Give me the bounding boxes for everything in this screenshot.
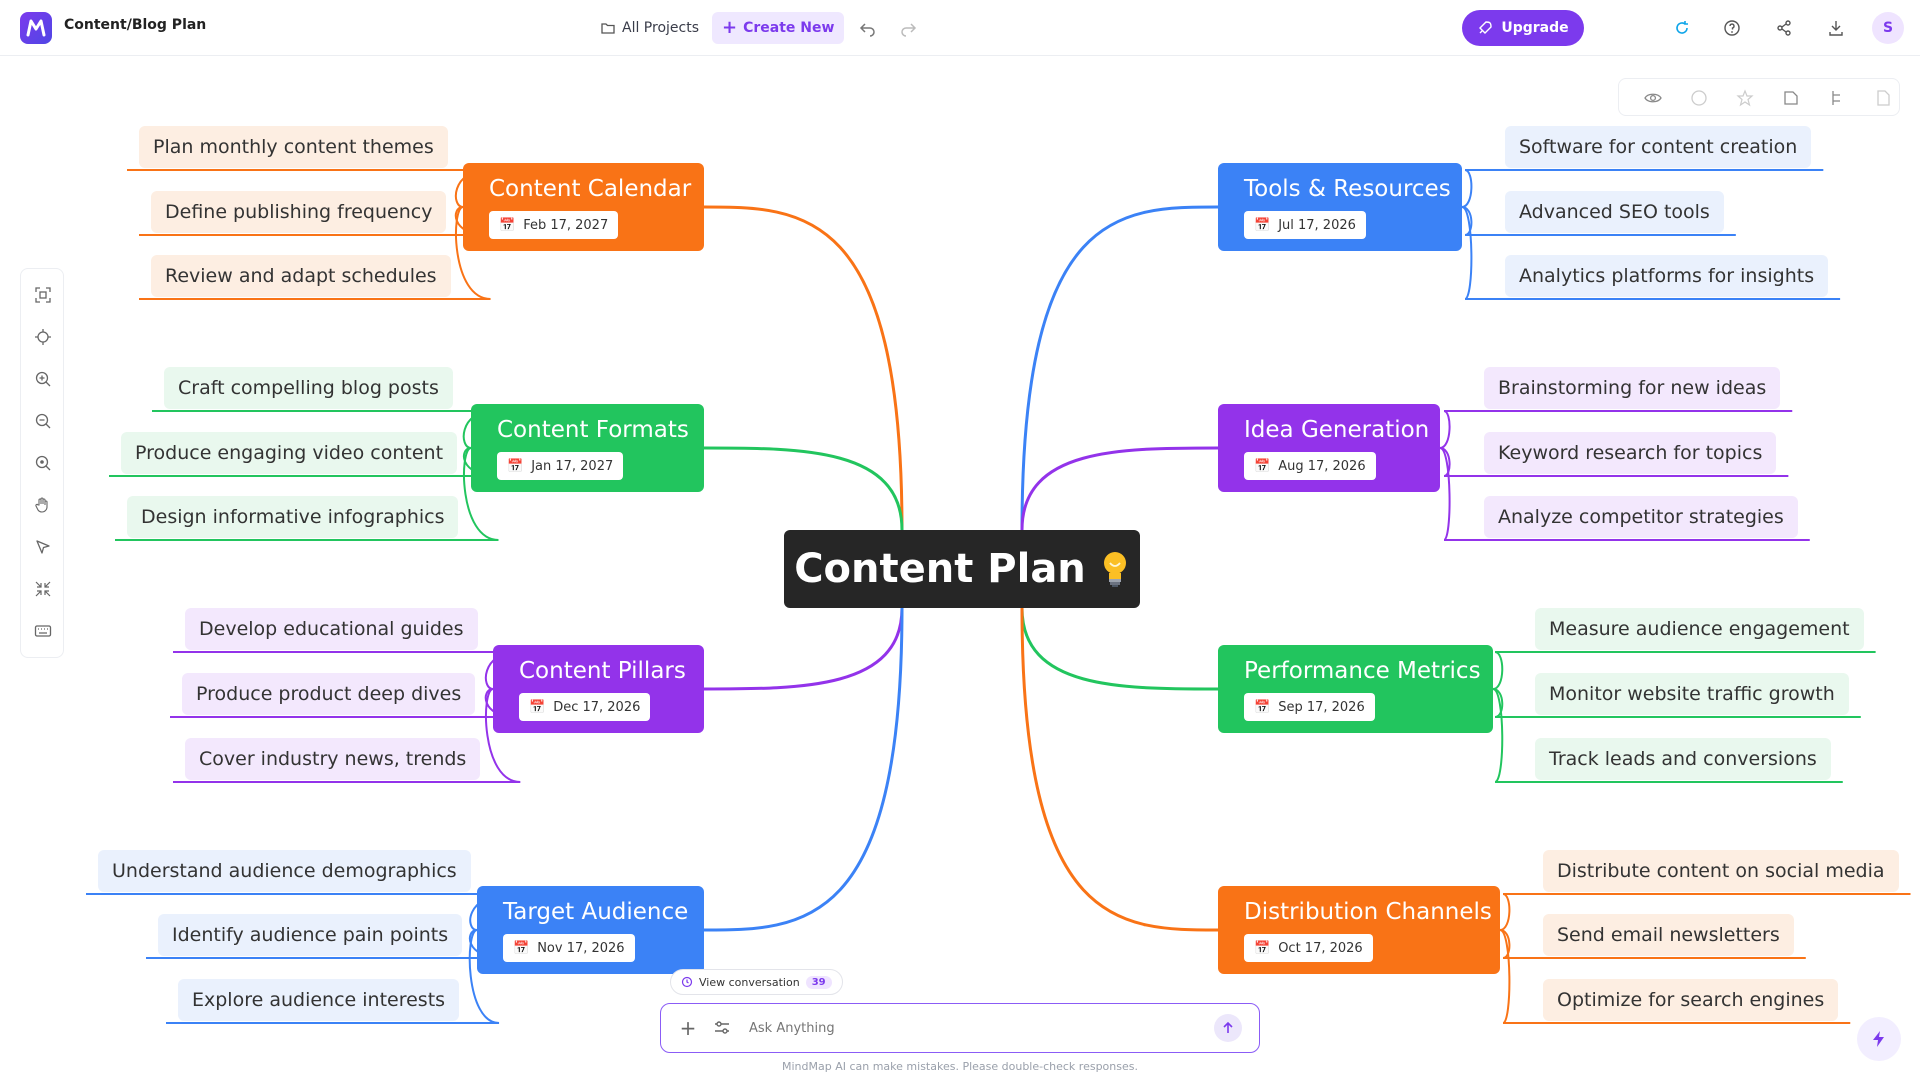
- branch-connector: [1020, 607, 1219, 691]
- branch-title: Idea Generation: [1244, 417, 1430, 443]
- branch-node-tools-resources[interactable]: Tools & Resources 📅 Jul 17, 2026: [1218, 163, 1462, 251]
- send-button[interactable]: [1214, 1014, 1242, 1042]
- leaf-node[interactable]: Understand audience demographics: [98, 850, 471, 892]
- date-chip[interactable]: 📅 Nov 17, 2026: [503, 934, 635, 962]
- leaf-node[interactable]: Produce product deep dives: [182, 673, 476, 715]
- branch-connector: [1020, 446, 1219, 531]
- due-date: Feb 17, 2027: [523, 217, 609, 233]
- leaf-node[interactable]: Cover industry news, trends: [185, 738, 481, 780]
- view-conversation-label: View conversation: [699, 975, 800, 989]
- leaf-node[interactable]: Identify audience pain points: [158, 914, 463, 956]
- branch-node-performance-metrics[interactable]: Performance Metrics 📅 Sep 17, 2026: [1218, 645, 1493, 733]
- chat-input[interactable]: [749, 1016, 1189, 1040]
- leaf-node[interactable]: Define publishing frequency: [151, 191, 447, 233]
- ai-actions-button[interactable]: [1857, 1017, 1901, 1061]
- date-chip[interactable]: 📅 Feb 17, 2027: [489, 211, 619, 239]
- chat-input-bar: +: [660, 1003, 1260, 1053]
- branch-node-idea-generation[interactable]: Idea Generation 📅 Aug 17, 2026: [1218, 404, 1440, 492]
- leaf-node[interactable]: Craft compelling blog posts: [164, 367, 453, 409]
- sliders-icon: [715, 1021, 729, 1034]
- conversation-count-badge: 39: [805, 975, 832, 989]
- due-date: Dec 17, 2026: [553, 699, 641, 715]
- due-date: Jan 17, 2027: [531, 458, 614, 474]
- leaf-node[interactable]: Brainstorming for new ideas: [1484, 367, 1781, 409]
- attach-button[interactable]: +: [677, 1016, 699, 1040]
- due-date: Jul 17, 2026: [1278, 217, 1356, 233]
- branch-node-distribution-channels[interactable]: Distribution Channels 📅 Oct 17, 2026: [1218, 886, 1500, 974]
- due-date: Aug 17, 2026: [1278, 458, 1366, 474]
- lightning-icon: [1873, 1031, 1884, 1047]
- branch-title: Content Calendar: [489, 176, 692, 202]
- date-chip[interactable]: 📅 Jan 17, 2027: [497, 452, 624, 480]
- due-date: Oct 17, 2026: [1278, 940, 1363, 956]
- branch-node-content-pillars[interactable]: Content Pillars 📅 Dec 17, 2026: [493, 645, 704, 733]
- branch-title: Performance Metrics: [1244, 658, 1481, 684]
- leaf-node[interactable]: Review and adapt schedules: [151, 255, 451, 297]
- leaf-node[interactable]: Track leads and conversions: [1535, 738, 1831, 780]
- leaf-node[interactable]: Plan monthly content themes: [139, 126, 448, 168]
- date-chip[interactable]: 📅 Dec 17, 2026: [519, 693, 651, 721]
- view-conversation-button[interactable]: View conversation 39: [670, 969, 843, 995]
- calendar-icon: 📅: [1254, 699, 1271, 715]
- branch-connector: [1020, 607, 1219, 932]
- leaf-node[interactable]: Send email newsletters: [1543, 914, 1794, 956]
- branch-title: Content Formats: [497, 417, 689, 443]
- calendar-icon: 📅: [1254, 217, 1271, 233]
- leaf-node[interactable]: Develop educational guides: [185, 608, 478, 650]
- branch-title: Target Audience: [503, 899, 689, 925]
- plus-icon: +: [679, 1016, 697, 1040]
- date-chip[interactable]: 📅 Aug 17, 2026: [1244, 452, 1376, 480]
- branch-title: Content Pillars: [519, 658, 686, 684]
- central-topic-node[interactable]: Content Plan: [784, 530, 1140, 608]
- calendar-icon: 📅: [513, 940, 530, 956]
- date-chip[interactable]: 📅 Jul 17, 2026: [1244, 211, 1366, 239]
- branch-connector: [703, 446, 904, 531]
- settings-button[interactable]: [713, 1019, 731, 1041]
- branch-title: Distribution Channels: [1244, 899, 1492, 925]
- branch-node-content-calendar[interactable]: Content Calendar 📅 Feb 17, 2027: [463, 163, 704, 251]
- lightbulb-icon: [1103, 552, 1126, 587]
- due-date: Sep 17, 2026: [1278, 699, 1365, 715]
- leaf-node[interactable]: Explore audience interests: [178, 979, 460, 1021]
- leaf-node[interactable]: Optimize for search engines: [1543, 979, 1839, 1021]
- leaf-node[interactable]: Produce engaging video content: [121, 432, 458, 474]
- calendar-icon: 📅: [499, 217, 516, 233]
- history-icon: [681, 976, 693, 988]
- calendar-icon: 📅: [1254, 458, 1271, 474]
- leaf-node[interactable]: Keyword research for topics: [1484, 432, 1777, 474]
- branch-connector: [703, 205, 904, 531]
- branch-connector: [1020, 205, 1219, 531]
- due-date: Nov 17, 2026: [537, 940, 625, 956]
- central-topic-label: Content Plan: [794, 546, 1086, 592]
- branch-node-target-audience[interactable]: Target Audience 📅 Nov 17, 2026: [477, 886, 704, 974]
- calendar-icon: 📅: [529, 699, 546, 715]
- date-chip[interactable]: 📅 Sep 17, 2026: [1244, 693, 1375, 721]
- branch-connector: [703, 607, 904, 691]
- leaf-node[interactable]: Software for content creation: [1505, 126, 1812, 168]
- calendar-icon: 📅: [1254, 940, 1271, 956]
- leaf-node[interactable]: Measure audience engagement: [1535, 608, 1864, 650]
- branch-node-content-formats[interactable]: Content Formats 📅 Jan 17, 2027: [471, 404, 704, 492]
- leaf-node[interactable]: Analyze competitor strategies: [1484, 496, 1798, 538]
- calendar-icon: 📅: [507, 458, 524, 474]
- leaf-node[interactable]: Advanced SEO tools: [1505, 191, 1724, 233]
- ai-disclaimer: MindMap AI can make mistakes. Please dou…: [781, 1060, 1138, 1073]
- leaf-node[interactable]: Monitor website traffic growth: [1535, 673, 1849, 715]
- leaf-node[interactable]: Distribute content on social media: [1543, 850, 1899, 892]
- arrow-up-icon: [1223, 1021, 1233, 1033]
- branch-connector: [703, 607, 904, 932]
- leaf-node[interactable]: Design informative infographics: [127, 496, 459, 538]
- branch-title: Tools & Resources: [1244, 176, 1451, 202]
- leaf-node[interactable]: Analytics platforms for insights: [1505, 255, 1829, 297]
- date-chip[interactable]: 📅 Oct 17, 2026: [1244, 934, 1373, 962]
